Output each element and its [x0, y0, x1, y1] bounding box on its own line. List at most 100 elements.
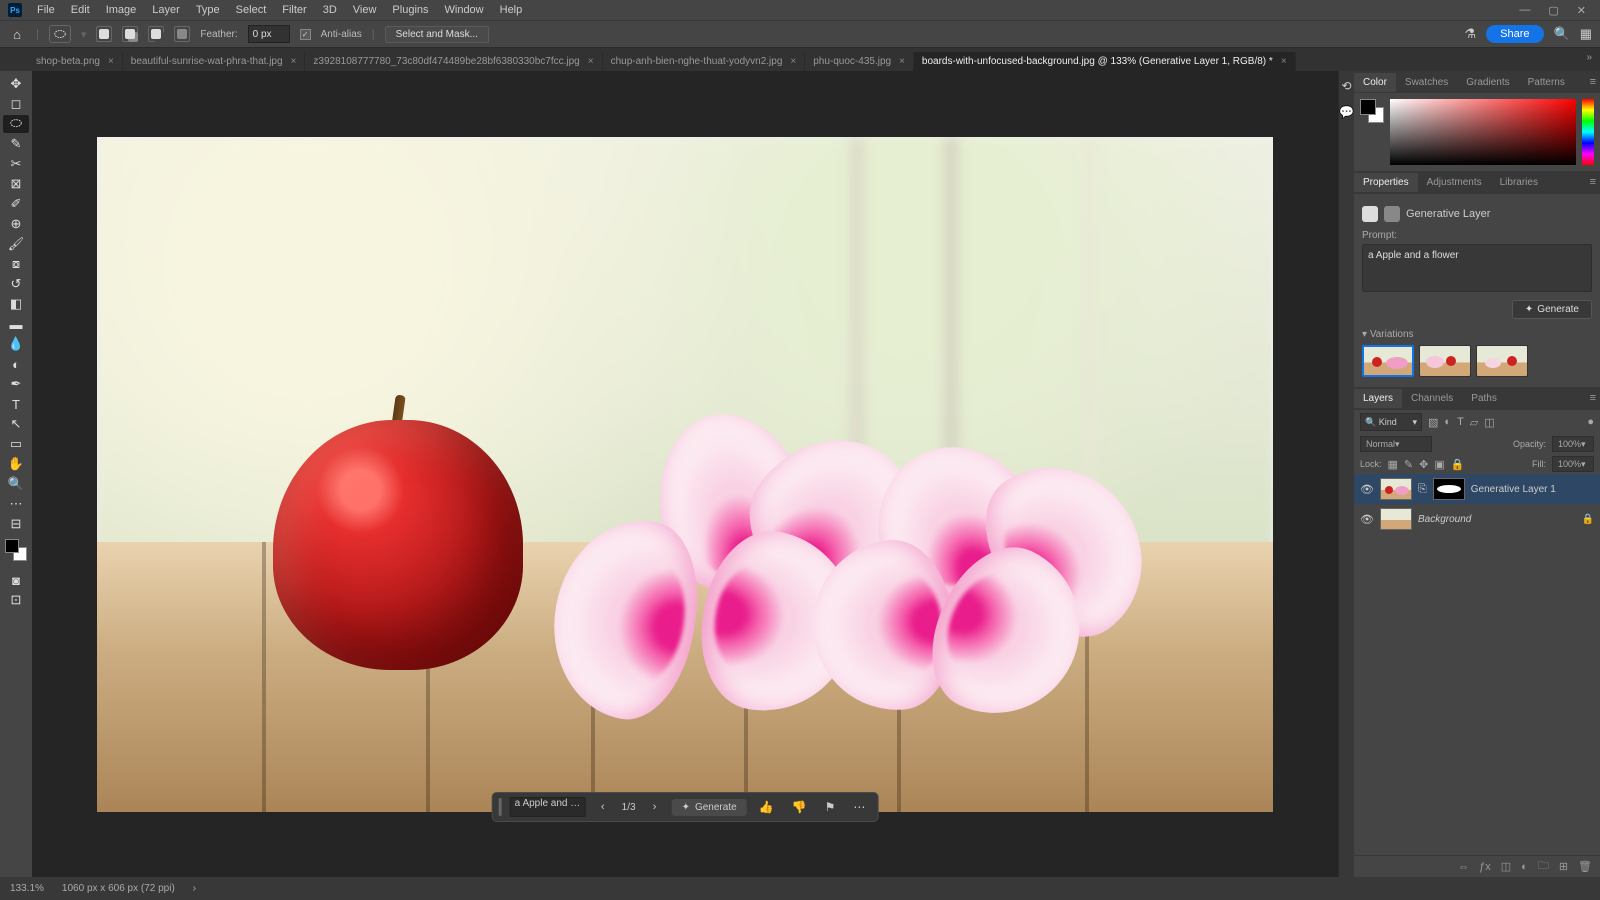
lock-pixels-icon[interactable]: ▦	[1388, 458, 1398, 471]
tab-close-icon[interactable]: ×	[588, 56, 594, 67]
layer-name[interactable]: Generative Layer 1	[1471, 484, 1594, 495]
edit-toolbar[interactable]: ⊟	[3, 515, 29, 533]
link-layers-icon[interactable]: ⇔	[1458, 861, 1469, 873]
thumbs-up-icon[interactable]: 👍	[753, 800, 780, 814]
generate-button[interactable]: ✦Generate	[672, 799, 747, 816]
tab-paths[interactable]: Paths	[1462, 389, 1506, 408]
tab-color[interactable]: Color	[1354, 73, 1396, 92]
blur-tool[interactable]: 💧	[3, 335, 29, 353]
eyedropper-tool[interactable]: ✐	[3, 195, 29, 213]
selection-mode-intersect[interactable]	[174, 26, 190, 42]
menu-layer[interactable]: Layer	[145, 2, 187, 18]
quick-select-tool[interactable]: ✎	[3, 135, 29, 153]
panel-menu-icon[interactable]: ≡	[1590, 392, 1596, 404]
collapsed-panel-icon[interactable]: 💬	[1339, 105, 1354, 119]
doc-info[interactable]: 1060 px x 606 px (72 ppi)	[62, 883, 175, 894]
layer-thumbnail[interactable]	[1380, 478, 1412, 500]
brush-tool[interactable]: 🖌	[3, 235, 29, 253]
filter-type-icon[interactable]: T	[1457, 416, 1464, 428]
minimize-icon[interactable]: —	[1519, 4, 1530, 17]
menu-file[interactable]: File	[30, 2, 62, 18]
generate-button-panel[interactable]: ✦Generate	[1512, 300, 1592, 319]
taskbar-grip-icon[interactable]	[499, 798, 502, 816]
delete-layer-icon[interactable]: 🗑	[1578, 860, 1592, 873]
filter-pixel-icon[interactable]: ▧	[1428, 416, 1438, 429]
panel-menu-icon[interactable]: ≡	[1590, 76, 1596, 88]
filter-toggle-icon[interactable]: ●	[1587, 416, 1594, 428]
tab-patterns[interactable]: Patterns	[1519, 73, 1574, 92]
menu-select[interactable]: Select	[229, 2, 274, 18]
new-layer-icon[interactable]: ⊞	[1559, 860, 1568, 873]
more-tools[interactable]: ⋯	[3, 495, 29, 513]
tab-libraries[interactable]: Libraries	[1491, 173, 1547, 192]
path-select-tool[interactable]: ↖	[3, 415, 29, 433]
pen-tool[interactable]: ✒	[3, 375, 29, 393]
eraser-tool[interactable]: ◧	[3, 295, 29, 313]
quick-mask-icon[interactable]: ◙	[3, 571, 29, 589]
shape-tool[interactable]: ▭	[3, 435, 29, 453]
tab-channels[interactable]: Channels	[1402, 389, 1462, 408]
stamp-tool[interactable]: ⧇	[3, 255, 29, 273]
document-canvas[interactable]	[97, 137, 1273, 812]
menu-plugins[interactable]: Plugins	[385, 2, 435, 18]
hand-tool[interactable]: ✋	[3, 455, 29, 473]
maximize-icon[interactable]: ▢	[1548, 4, 1558, 17]
workspace-icon[interactable]: ▦	[1580, 26, 1592, 42]
hue-slider[interactable]	[1582, 99, 1594, 165]
collapsed-panel-icon[interactable]: ⟲	[1341, 79, 1351, 93]
foreground-background-color[interactable]	[5, 539, 27, 561]
variation-next-button[interactable]: ›	[644, 796, 666, 818]
foreground-color-swatch[interactable]	[5, 539, 19, 553]
new-group-icon[interactable]: 🗀	[1538, 857, 1549, 876]
tab-close-icon[interactable]: ×	[899, 56, 905, 67]
feather-input[interactable]	[248, 25, 290, 43]
layer-row[interactable]: 👁 ⎘ Generative Layer 1	[1354, 474, 1600, 504]
antialias-checkbox[interactable]: ✓	[300, 29, 311, 40]
search-icon[interactable]: 🔍	[1554, 26, 1570, 42]
variation-thumb-3[interactable]	[1476, 345, 1528, 377]
layer-mask-thumbnail[interactable]	[1433, 478, 1465, 500]
lock-icon[interactable]: 🔒	[1582, 514, 1594, 525]
color-fgbg[interactable]	[1360, 99, 1384, 123]
lasso-tool[interactable]	[3, 115, 29, 133]
move-tool[interactable]: ✥	[3, 75, 29, 93]
select-and-mask-button[interactable]: Select and Mask...	[385, 26, 489, 43]
filter-adjust-icon[interactable]: ◐	[1444, 416, 1451, 428]
zoom-level[interactable]: 133.1%	[10, 883, 44, 894]
tab-close-icon[interactable]: ×	[790, 56, 796, 67]
tab-swatches[interactable]: Swatches	[1396, 73, 1457, 92]
tab-layers[interactable]: Layers	[1354, 389, 1402, 408]
doc-tab[interactable]: z3928108777780_73c80df474489be28bf638033…	[305, 52, 602, 71]
layer-filter-kind[interactable]: 🔍 Kind▾	[1360, 413, 1422, 431]
marquee-tool[interactable]: ◻	[3, 95, 29, 113]
menu-type[interactable]: Type	[189, 2, 227, 18]
visibility-toggle-icon[interactable]: 👁	[1360, 513, 1374, 526]
gradient-tool[interactable]: ▬	[3, 315, 29, 333]
add-mask-icon[interactable]: ◫	[1501, 860, 1511, 873]
filter-smart-icon[interactable]: ◫	[1484, 416, 1494, 429]
doc-tab[interactable]: chup-anh-bien-nghe-thuat-yodyvn2.jpg×	[603, 52, 806, 71]
share-button[interactable]: Share	[1486, 25, 1543, 43]
opacity-input[interactable]: 100% ▾	[1552, 436, 1594, 452]
lock-position-icon[interactable]: ✎	[1404, 458, 1413, 471]
close-icon[interactable]: ✕	[1577, 4, 1586, 17]
layer-name[interactable]: Background	[1418, 514, 1576, 525]
tab-close-icon[interactable]: ×	[108, 56, 114, 67]
tab-gradients[interactable]: Gradients	[1457, 73, 1518, 92]
menu-help[interactable]: Help	[493, 2, 530, 18]
variation-thumb-1[interactable]	[1362, 345, 1414, 377]
lock-move-icon[interactable]: ✥	[1419, 458, 1428, 471]
menu-image[interactable]: Image	[99, 2, 144, 18]
tab-close-icon[interactable]: ×	[1281, 56, 1287, 67]
tab-close-icon[interactable]: ×	[291, 56, 297, 67]
tab-adjustments[interactable]: Adjustments	[1418, 173, 1491, 192]
dodge-tool[interactable]: ◐	[3, 355, 29, 373]
contextual-taskbar[interactable]: a Apple and a flo... ‹ 1/3 › ✦Generate 👍…	[492, 792, 879, 822]
filter-shape-icon[interactable]: ▱	[1470, 416, 1478, 429]
menu-3d[interactable]: 3D	[316, 2, 344, 18]
lock-all-icon[interactable]: 🔒	[1451, 458, 1465, 471]
menu-window[interactable]: Window	[438, 2, 491, 18]
doc-tab[interactable]: phu-quoc-435.jpg×	[805, 52, 914, 71]
layer-thumbnail[interactable]	[1380, 508, 1412, 530]
zoom-tool[interactable]: 🔍	[3, 475, 29, 493]
